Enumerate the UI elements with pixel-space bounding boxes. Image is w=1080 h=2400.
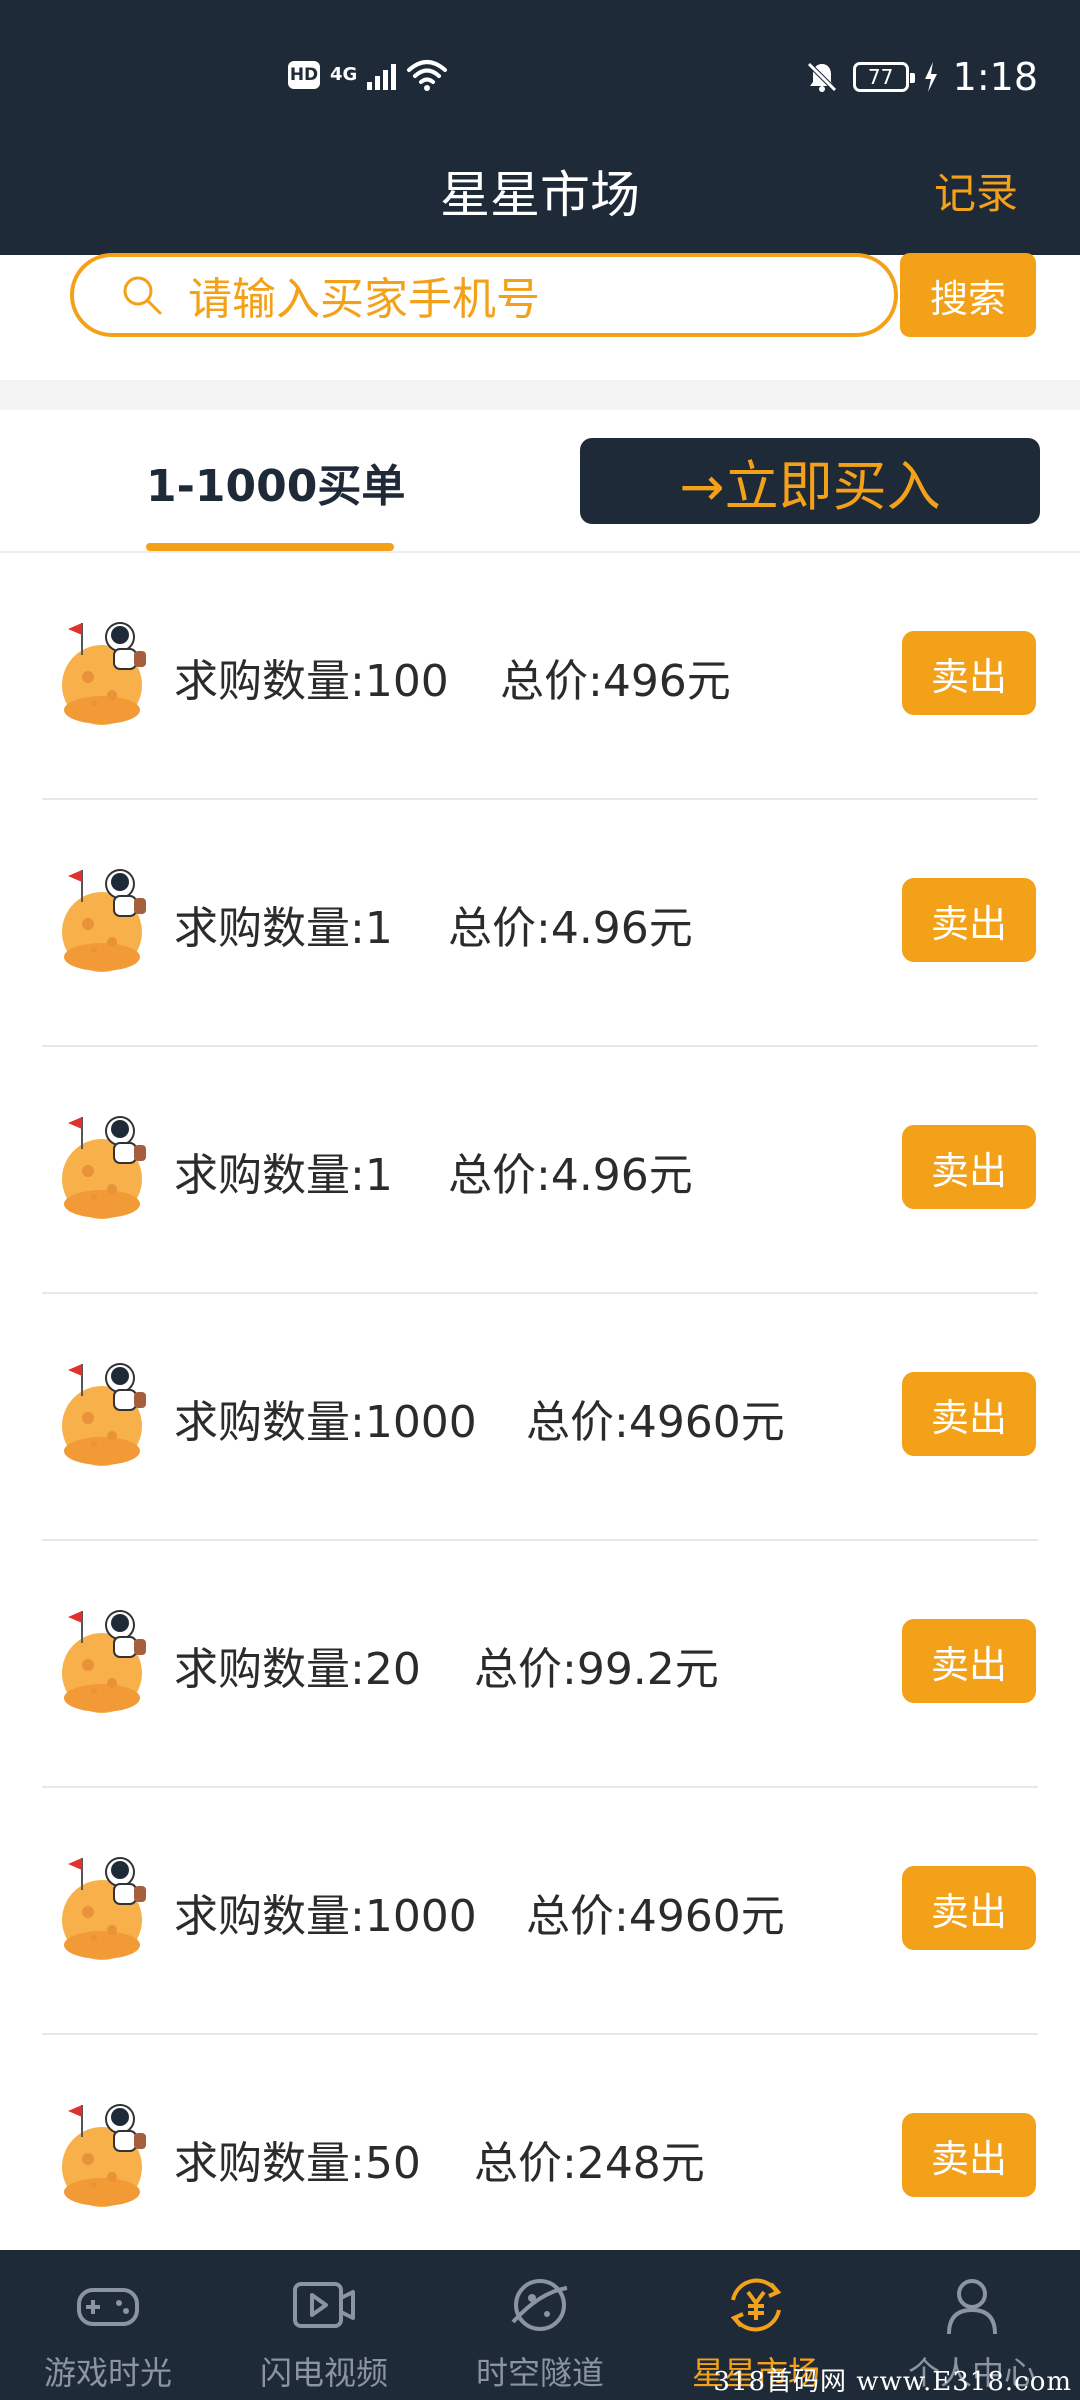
sell-button[interactable]: 卖出 <box>902 878 1036 962</box>
hd-voice-icon: HD <box>288 61 320 89</box>
astronaut-moon-icon <box>61 1116 147 1220</box>
order-quantity: 求购数量:1000 <box>174 1891 477 1942</box>
charging-bolt-icon <box>924 62 937 92</box>
list-item: 求购数量:1000 总价:4960元 卖出 <box>0 1294 1080 1541</box>
status-bar-right: 77 1:18 <box>805 55 1038 99</box>
sell-button[interactable]: 卖出 <box>902 631 1036 715</box>
order-quantity: 求购数量:50 <box>174 2138 421 2189</box>
order-quantity: 求购数量:20 <box>174 1644 421 1695</box>
video-icon <box>293 2282 355 2328</box>
app-header: HD 4G 77 1:18 星星市场 记录 <box>0 0 1080 255</box>
buy-order-list: 求购数量:100 总价:496元 卖出 求购数量:1 总价:4.96元 卖出 求… <box>0 553 1080 2282</box>
search-placeholder: 请输入买家手机号 <box>188 274 540 325</box>
list-item: 求购数量:100 总价:496元 卖出 <box>0 553 1080 800</box>
astronaut-moon-icon <box>61 1363 147 1467</box>
order-total-price: 总价:4960元 <box>526 1891 785 1942</box>
gamepad-icon <box>77 2288 139 2326</box>
sell-button[interactable]: 卖出 <box>902 1619 1036 1703</box>
section-divider <box>0 380 1080 410</box>
status-bar-left: HD 4G <box>288 58 448 92</box>
order-total-price: 总价:4.96元 <box>448 903 693 954</box>
search-button[interactable]: 搜索 <box>900 253 1036 337</box>
active-tab-indicator <box>146 543 394 551</box>
sell-button[interactable]: 卖出 <box>902 1866 1036 1950</box>
order-quantity: 求购数量:100 <box>174 656 449 707</box>
astronaut-moon-icon <box>61 622 147 726</box>
clock: 1:18 <box>952 55 1038 99</box>
astronaut-moon-icon <box>61 1610 147 1714</box>
astronaut-moon-icon <box>61 2104 147 2208</box>
list-item: 求购数量:20 总价:99.2元 卖出 <box>0 1541 1080 1788</box>
mute-notifications-icon <box>806 62 837 92</box>
signal-strength-icon <box>367 60 397 90</box>
list-item: 求购数量:1000 总价:4960元 卖出 <box>0 1788 1080 2035</box>
tab-1-1000-orders[interactable]: 1-1000买单 <box>146 450 405 514</box>
order-quantity: 求购数量:1 <box>174 903 393 954</box>
nav-item-lightning-video[interactable]: 闪电视频 <box>216 2250 432 2400</box>
astronaut-moon-icon <box>61 869 147 973</box>
order-total-price: 总价:248元 <box>474 2138 705 2189</box>
order-quantity: 求购数量:1 <box>174 1150 393 1201</box>
network-type-label: 4G <box>330 64 358 85</box>
order-total-price: 总价:496元 <box>500 656 731 707</box>
nav-item-space-tunnel[interactable]: 时空隧道 <box>432 2250 648 2400</box>
nav-label: 时空隧道 <box>475 2354 604 2392</box>
order-total-price: 总价:4.96元 <box>448 1150 693 1201</box>
order-total-price: 总价:4960元 <box>526 1397 785 1448</box>
buy-now-button[interactable]: →立即买入 <box>580 438 1040 524</box>
nav-label: 闪电视频 <box>259 2354 388 2392</box>
records-link[interactable]: 记录 <box>934 160 1018 221</box>
battery-icon: 77 <box>852 62 915 92</box>
order-total-price: 总价:99.2元 <box>474 1644 719 1695</box>
astronaut-moon-icon <box>61 1857 147 1961</box>
order-quantity: 求购数量:1000 <box>174 1397 477 1448</box>
sell-button[interactable]: 卖出 <box>902 1125 1036 1209</box>
buyer-phone-search-input[interactable]: 请输入买家手机号 <box>70 253 898 337</box>
watermark: 318首码网 www.E318.com <box>713 2367 1072 2397</box>
list-item: 求购数量:50 总价:248元 卖出 <box>0 2035 1080 2282</box>
yuan-exchange-icon <box>730 2278 782 2332</box>
list-item: 求购数量:1 总价:4.96元 卖出 <box>0 800 1080 1047</box>
person-icon <box>947 2279 997 2335</box>
sell-button[interactable]: 卖出 <box>902 2113 1036 2197</box>
nav-item-game-time[interactable]: 游戏时光 <box>0 2250 216 2400</box>
search-icon <box>123 276 162 315</box>
sell-button[interactable]: 卖出 <box>902 1372 1036 1456</box>
list-item: 求购数量:1 总价:4.96元 卖出 <box>0 1047 1080 1294</box>
nav-label: 游戏时光 <box>43 2354 172 2392</box>
wifi-icon <box>407 60 448 91</box>
planet-icon <box>511 2279 568 2331</box>
page-title: 星星市场 <box>440 166 640 224</box>
